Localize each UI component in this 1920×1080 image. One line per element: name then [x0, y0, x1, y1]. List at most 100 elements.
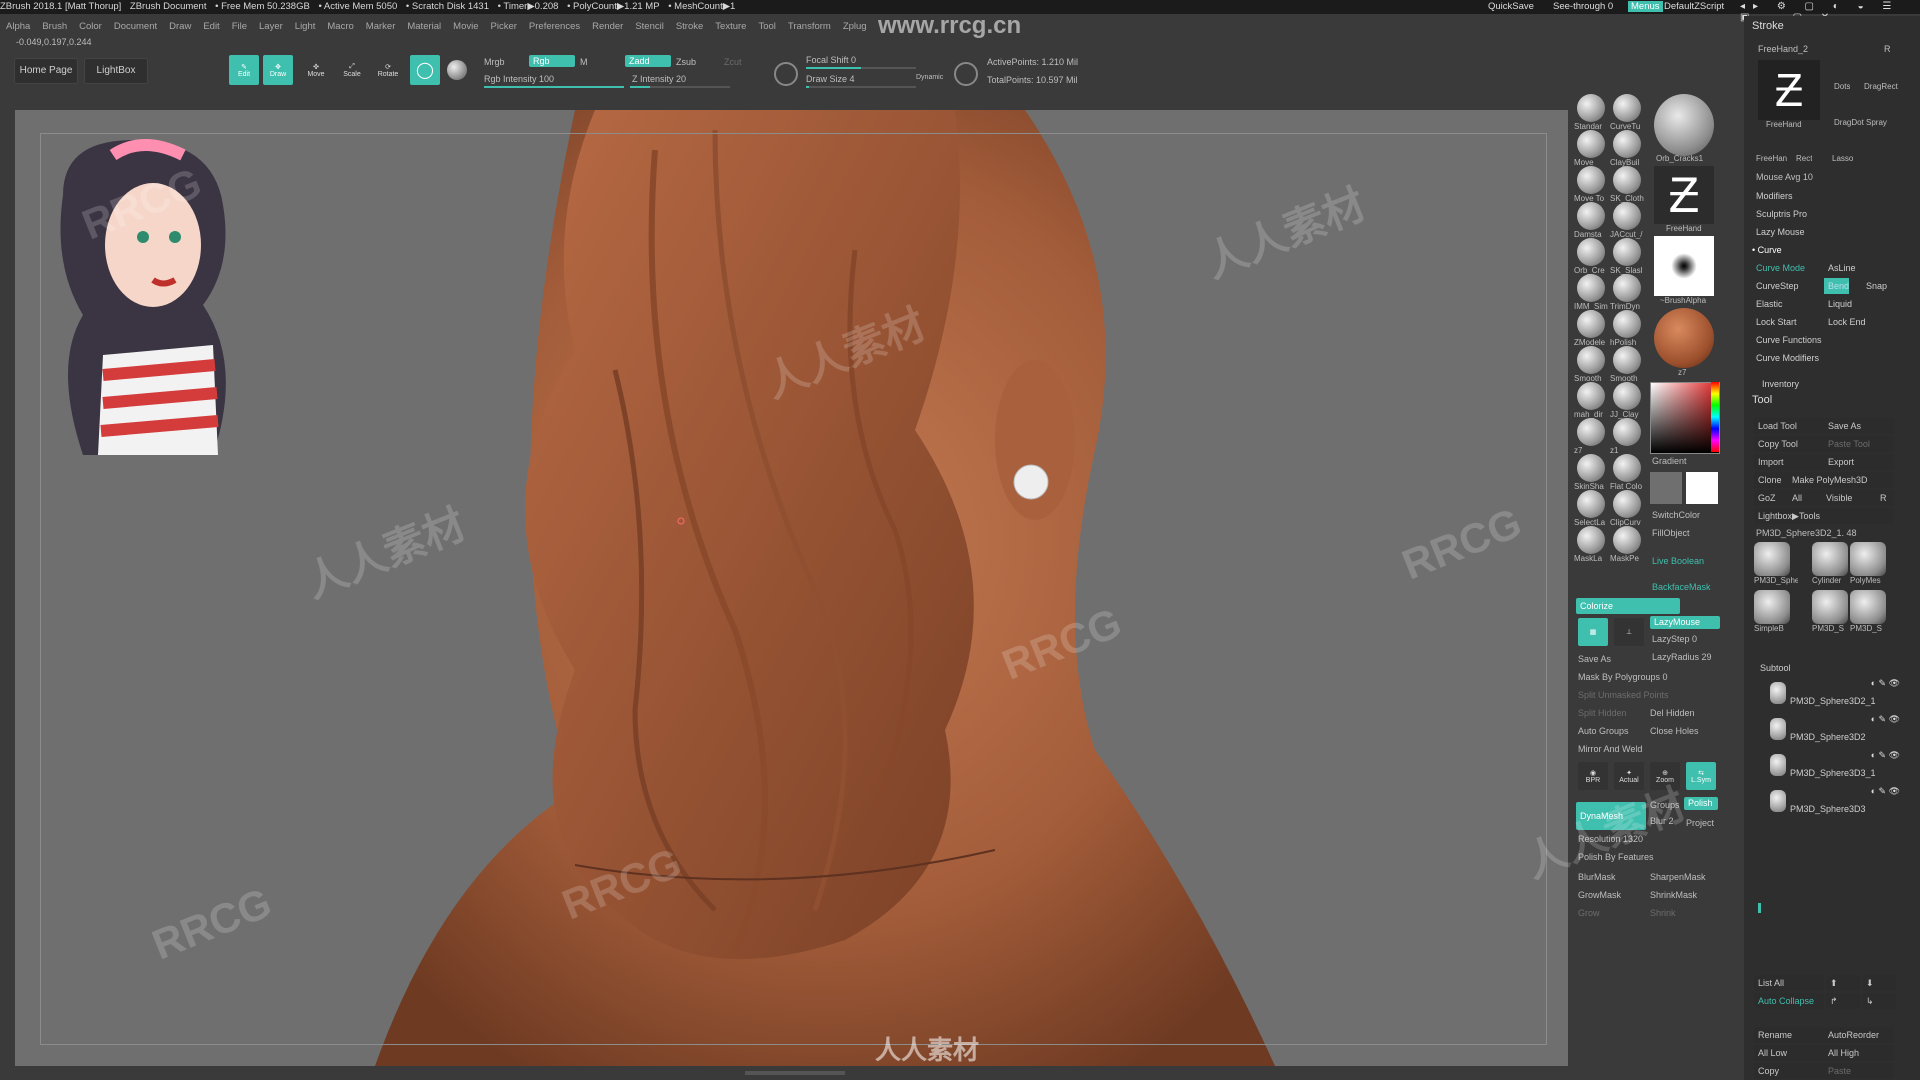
zcut-toggle[interactable]: Zcut: [724, 57, 742, 67]
menu-item-document[interactable]: Document: [114, 21, 157, 32]
scale-button[interactable]: ⤢ Scale: [337, 55, 367, 85]
dynamic-toggle[interactable]: Dynamic: [916, 74, 943, 81]
lock-start-toggle[interactable]: Lock Start: [1752, 314, 1797, 330]
bottom-scrollbar[interactable]: [745, 1071, 845, 1075]
subtool-section-title[interactable]: Subtool: [1756, 660, 1791, 676]
subtool-toggle-icons[interactable]: ◐ ✎ 👁: [1871, 786, 1900, 797]
brush-slot[interactable]: JACcut_/: [1610, 202, 1644, 239]
brush-slot[interactable]: JJ_Clay: [1610, 382, 1644, 419]
focal-shift-slider[interactable]: [806, 67, 916, 69]
tool-thumbnail[interactable]: PM3D_S: [1850, 590, 1894, 633]
brush-slot[interactable]: Standar: [1574, 94, 1608, 131]
brush-slot[interactable]: TrimDyn: [1610, 274, 1644, 311]
menu-item-marker[interactable]: Marker: [366, 21, 396, 32]
rgb-intensity-slider[interactable]: [484, 86, 624, 88]
tool-thumbnail[interactable]: SimpleB: [1754, 590, 1798, 633]
primary-color-swatch[interactable]: [1686, 472, 1718, 504]
sphere-mode-button[interactable]: ◯: [410, 55, 440, 85]
mirror-weld-button[interactable]: Mirror And Weld: [1578, 744, 1642, 754]
brush-slot[interactable]: ZModele: [1574, 310, 1608, 347]
collapse-down-button[interactable]: ↳: [1862, 993, 1896, 1009]
asline-toggle[interactable]: AsLine: [1824, 260, 1856, 276]
freehand-stroke-icon[interactable]: Ƶ: [1654, 166, 1714, 224]
material-icon[interactable]: [1654, 308, 1714, 368]
brush-slot[interactable]: SK_Slasl: [1610, 238, 1644, 275]
brush-slot[interactable]: SelectLa: [1574, 490, 1608, 527]
sculptris-pro-section[interactable]: Sculptris Pro: [1752, 206, 1807, 222]
tool-thumbnail[interactable]: PolyMes: [1850, 542, 1894, 585]
menu-item-picker[interactable]: Picker: [491, 21, 517, 32]
menu-item-render[interactable]: Render: [592, 21, 623, 32]
brush-slot[interactable]: z1: [1610, 418, 1644, 455]
save-as-button[interactable]: Save As: [1578, 654, 1611, 664]
gradient-toggle[interactable]: Gradient: [1652, 456, 1687, 466]
all-high-button[interactable]: All High: [1824, 1045, 1894, 1061]
make-polymesh-button[interactable]: Make PolyMesh3D: [1788, 472, 1894, 488]
menu-item-zplug[interactable]: Zplug: [843, 21, 867, 32]
floor-button[interactable]: ⊥: [1614, 618, 1644, 646]
freehand-stroke-preview-icon[interactable]: Ƶ: [1758, 60, 1820, 120]
brush-slot[interactable]: IMM_Simp: [1574, 274, 1608, 311]
tool-thumbnail[interactable]: PM3D_Sphere3D: [1754, 542, 1798, 585]
focal-shift-label[interactable]: Focal Shift 0: [806, 55, 856, 65]
modifiers-section[interactable]: Modifiers: [1752, 188, 1793, 204]
subtool-scrollbar[interactable]: [1758, 903, 1761, 913]
brush-slot[interactable]: z7: [1574, 418, 1608, 455]
brush-slot[interactable]: Smooth: [1610, 346, 1644, 383]
persp-button[interactable]: ▦: [1578, 618, 1608, 646]
load-tool-button[interactable]: Load Tool: [1754, 418, 1824, 434]
close-holes-button[interactable]: Close Holes: [1650, 726, 1699, 736]
mask-by-polygroups-slider[interactable]: Mask By Polygroups 0: [1578, 672, 1668, 682]
brush-slot[interactable]: ClipCurv: [1610, 490, 1644, 527]
spray-stroke-button[interactable]: Spray: [1866, 118, 1887, 127]
menu-item-stencil[interactable]: Stencil: [635, 21, 664, 32]
del-hidden-button[interactable]: Del Hidden: [1650, 708, 1695, 718]
grow-button[interactable]: Grow: [1578, 908, 1600, 918]
rgb-intensity-label[interactable]: Rgb Intensity 100: [484, 74, 554, 84]
draw-size-label[interactable]: Draw Size 4: [806, 74, 855, 84]
m-toggle[interactable]: M: [580, 57, 588, 67]
lightbox-tools-button[interactable]: Lightbox▶Tools: [1754, 508, 1894, 524]
rename-button[interactable]: Rename: [1754, 1027, 1824, 1043]
menu-item-tool[interactable]: Tool: [758, 21, 775, 32]
brush-slot[interactable]: Damsta: [1574, 202, 1608, 239]
menu-item-color[interactable]: Color: [79, 21, 102, 32]
color-picker[interactable]: [1650, 382, 1720, 454]
shrink-button[interactable]: Shrink: [1650, 908, 1676, 918]
default-script[interactable]: DefaultZScript: [1664, 1, 1724, 12]
paste-subtool-button[interactable]: Paste: [1824, 1063, 1894, 1079]
mrgb-toggle[interactable]: Mrgb: [484, 57, 505, 67]
inventory-section[interactable]: Inventory: [1758, 376, 1799, 392]
brush-slot[interactable]: Orb_Cre: [1574, 238, 1608, 275]
brush-slot[interactable]: mah_dir: [1574, 382, 1608, 419]
secondary-color-swatch[interactable]: [1650, 472, 1682, 504]
zadd-toggle[interactable]: Zadd: [625, 55, 671, 67]
seethrough-slider[interactable]: See-through 0: [1553, 1, 1613, 12]
menu-item-alpha[interactable]: Alpha: [6, 21, 30, 32]
menus-toggle[interactable]: Menus: [1628, 1, 1663, 12]
rotate-button[interactable]: ⟳ Rotate: [373, 55, 403, 85]
auto-groups-button[interactable]: Auto Groups: [1578, 726, 1629, 736]
snap-toggle[interactable]: Snap: [1862, 278, 1887, 294]
brush-slot[interactable]: hPolish: [1610, 310, 1644, 347]
lazyradius-slider[interactable]: LazyRadius 29: [1652, 652, 1712, 662]
menu-item-texture[interactable]: Texture: [715, 21, 746, 32]
quicksave-button[interactable]: QuickSave: [1488, 1, 1534, 12]
draw-size-slider[interactable]: [806, 86, 916, 88]
live-boolean-toggle[interactable]: Live Boolean: [1652, 556, 1704, 566]
shrinkmask-button[interactable]: ShrinkMask: [1650, 890, 1697, 900]
menu-item-brush[interactable]: Brush: [42, 21, 67, 32]
menu-item-transform[interactable]: Transform: [788, 21, 831, 32]
edit-button[interactable]: ✎ Edit: [229, 55, 259, 85]
goz-visible-button[interactable]: Visible: [1822, 490, 1876, 506]
growmask-button[interactable]: GrowMask: [1578, 890, 1621, 900]
home-page-button[interactable]: Home Page: [14, 58, 78, 84]
menu-item-edit[interactable]: Edit: [203, 21, 219, 32]
lazy-mouse-section[interactable]: Lazy Mouse: [1752, 224, 1805, 240]
hue-strip[interactable]: [1711, 382, 1719, 452]
clone-button[interactable]: Clone: [1754, 472, 1788, 488]
menu-item-light[interactable]: Light: [295, 21, 316, 32]
curve-mode-toggle[interactable]: Curve Mode: [1752, 260, 1805, 276]
curve-modifiers-section[interactable]: Curve Modifiers: [1752, 350, 1819, 366]
brush-slot[interactable]: Move: [1574, 130, 1608, 167]
